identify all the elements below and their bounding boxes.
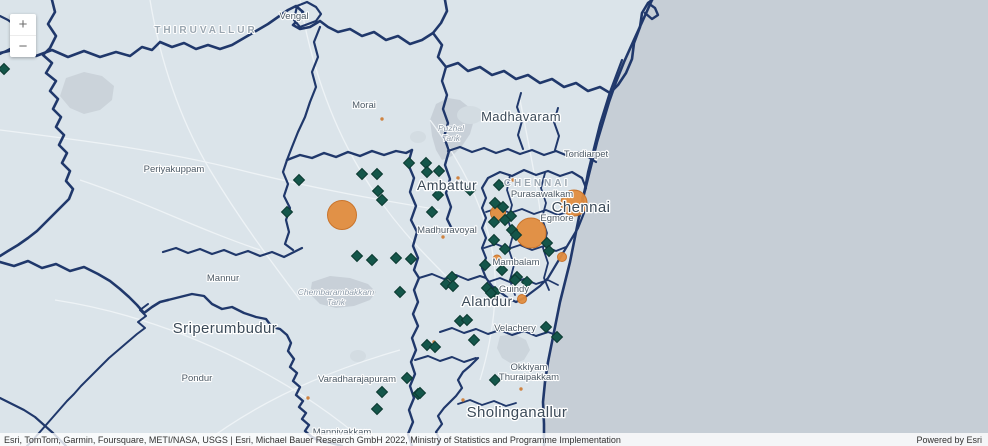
place-dot <box>380 117 383 120</box>
diamond-marker[interactable] <box>372 169 383 180</box>
map-label: Ambattur <box>417 177 477 193</box>
diamond-marker[interactable] <box>0 64 10 75</box>
zoom-out-button[interactable]: − <box>10 36 36 57</box>
map-label: Tank <box>327 297 346 307</box>
map-label: Varadharajapuram <box>318 374 396 385</box>
zoom-in-button[interactable]: + <box>10 14 36 36</box>
map-label: CHENNAI <box>504 178 571 189</box>
map-label: Velachery <box>494 323 536 334</box>
map-label: Vengal <box>279 11 308 22</box>
map-label: Chennai <box>552 199 611 216</box>
map-label: Pondur <box>182 373 213 384</box>
zoom-control: + − <box>10 14 36 57</box>
map-label: Sholinganallur <box>467 404 568 421</box>
powered-by-esri-link[interactable]: Powered by Esri <box>916 435 982 445</box>
map-viewport[interactable]: THIRUVALLURCHENNAIPuzhalTankChembarambak… <box>0 0 988 446</box>
map-label: Sriperumbudur <box>173 320 277 337</box>
map-label: Thuraipakkam <box>499 372 559 383</box>
diamond-marker[interactable] <box>352 251 363 262</box>
map-label: THIRUVALLUR <box>154 25 257 36</box>
map-label: Madhavaram <box>481 109 561 124</box>
population-bubble[interactable] <box>328 201 357 230</box>
diamond-marker[interactable] <box>372 404 383 415</box>
attribution-sources: Esri, TomTom, Garmin, Foursquare, METI/N… <box>4 435 621 445</box>
diamond-marker[interactable] <box>404 158 415 169</box>
diamond-marker[interactable] <box>406 254 417 265</box>
map-label: Alandur <box>461 293 512 309</box>
map-label: Mannur <box>207 273 239 284</box>
diamond-marker[interactable] <box>434 166 445 177</box>
diamond-marker[interactable] <box>480 260 491 271</box>
population-bubble[interactable] <box>518 295 527 304</box>
diamond-marker[interactable] <box>377 387 388 398</box>
map-label: Chembarambakkam <box>298 287 375 297</box>
map-label: Morai <box>352 100 376 111</box>
place-dot <box>519 387 522 390</box>
place-dot <box>461 398 464 401</box>
diamond-marker[interactable] <box>391 253 402 264</box>
map-label: Periyakuppam <box>144 164 205 175</box>
map-label: Mambalam <box>493 257 540 268</box>
diamond-marker[interactable] <box>469 335 480 346</box>
attribution-bar: Esri, TomTom, Garmin, Foursquare, METI/N… <box>0 433 988 446</box>
diamond-marker[interactable] <box>500 244 511 255</box>
diamond-marker[interactable] <box>357 169 368 180</box>
diamond-marker[interactable] <box>422 167 433 178</box>
map-label: Tondiarpet <box>564 149 609 160</box>
diamond-marker[interactable] <box>294 175 305 186</box>
map-label: Madhuravoyal <box>417 225 477 236</box>
map-label: Puzhal <box>438 123 465 133</box>
diamond-marker[interactable] <box>395 287 406 298</box>
map-label: Tank <box>442 133 461 143</box>
population-bubble[interactable] <box>558 253 567 262</box>
map-canvas[interactable]: THIRUVALLURCHENNAIPuzhalTankChembarambak… <box>0 0 988 446</box>
sea <box>543 0 988 446</box>
place-dot <box>306 396 309 399</box>
diamond-marker[interactable] <box>541 322 552 333</box>
diamond-marker[interactable] <box>367 255 378 266</box>
